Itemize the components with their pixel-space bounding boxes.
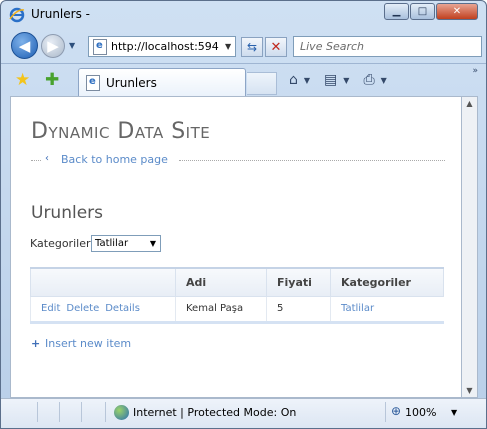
cell-adi: Kemal Paşa xyxy=(175,296,267,324)
print-dropdown-icon[interactable]: ▼ xyxy=(381,76,387,85)
search-input[interactable]: Live Search xyxy=(293,36,482,57)
grid-header-row: Adi Fiyati Kategoriler xyxy=(30,267,444,297)
tab-bar: ★ ✚ Urunlers ⌂ ▼ ▤ ▼ ⎙ ▼ » xyxy=(1,63,486,97)
refresh-button[interactable]: ⇆ xyxy=(241,37,263,57)
scroll-down-icon[interactable]: ▼ xyxy=(462,386,477,395)
page-viewport: Dynamic Data Site ‹ Back to home page Ur… xyxy=(10,96,461,398)
row-actions-cell: Edit Delete Details xyxy=(30,296,176,324)
divider xyxy=(31,160,41,161)
filter-selected-value: Tatlilar xyxy=(95,238,129,249)
page-icon xyxy=(93,38,107,55)
data-grid: Adi Fiyati Kategoriler Edit Delete Details… xyxy=(30,267,444,324)
more-tools-chevron-icon[interactable]: » xyxy=(472,66,478,76)
internet-explorer-icon xyxy=(9,7,25,23)
column-header-kategoriler[interactable]: Kategoriler xyxy=(330,267,444,297)
rss-icon[interactable]: ▤ xyxy=(324,72,337,88)
plus-icon: + xyxy=(31,337,41,350)
delete-link[interactable]: Delete xyxy=(66,303,99,314)
window-controls: ▁ □ ✕ xyxy=(384,3,478,20)
home-link-row: ‹ Back to home page xyxy=(31,153,445,167)
back-arrow-icon: ‹ xyxy=(45,153,49,164)
status-bar: Internet | Protected Mode: On ⊕ 100% ▼ xyxy=(1,398,486,428)
vertical-scrollbar[interactable]: ▲ ▼ xyxy=(461,96,478,398)
globe-icon xyxy=(114,405,129,420)
history-dropdown-icon[interactable]: ▼ xyxy=(69,41,75,50)
status-cell xyxy=(38,402,60,422)
status-cell xyxy=(4,402,38,422)
stop-button[interactable]: ✕ xyxy=(265,37,287,57)
browser-window: Urunlers - ▁ □ ✕ ◀ ▶ ▼ http://localhost:… xyxy=(0,0,487,429)
cell-fiyati: 5 xyxy=(266,296,331,324)
column-header-fiyati[interactable]: Fiyati xyxy=(266,267,331,297)
tab-label: Urunlers xyxy=(106,76,157,90)
close-button[interactable]: ✕ xyxy=(436,3,478,20)
zoom-dropdown-icon[interactable]: ▼ xyxy=(451,408,457,417)
chevron-down-icon: ▼ xyxy=(149,239,156,248)
kategoriler-link[interactable]: Tatlilar xyxy=(341,303,374,314)
window-title: Urunlers - xyxy=(31,7,90,21)
column-header-actions xyxy=(30,267,176,297)
home-dropdown-icon[interactable]: ▼ xyxy=(304,76,310,85)
address-dropdown-icon[interactable]: ▼ xyxy=(225,42,231,51)
address-bar[interactable]: http://localhost:594 ▼ xyxy=(88,36,236,57)
details-link[interactable]: Details xyxy=(105,303,140,314)
zoom-level[interactable]: 100% xyxy=(405,406,436,419)
add-favorites-icon[interactable]: ✚ xyxy=(45,70,59,90)
status-cell xyxy=(60,402,82,422)
table-row: Edit Delete Details Kemal Paşa 5 Tatlilar xyxy=(30,296,444,324)
home-icon[interactable]: ⌂ xyxy=(289,72,298,88)
address-text[interactable]: http://localhost:594 xyxy=(111,40,223,53)
cell-kategoriler: Tatlilar xyxy=(330,296,444,324)
status-cell xyxy=(82,402,106,422)
tab-page-icon xyxy=(86,75,100,91)
edit-link[interactable]: Edit xyxy=(41,303,60,314)
insert-new-item-link[interactable]: Insert new item xyxy=(45,337,131,350)
back-button[interactable]: ◀ xyxy=(11,32,38,59)
site-title: Dynamic Data Site xyxy=(31,119,211,144)
print-icon[interactable]: ⎙ xyxy=(363,72,374,88)
new-tab-button[interactable] xyxy=(247,72,277,95)
security-zone-text[interactable]: Internet | Protected Mode: On xyxy=(133,406,296,419)
command-bar: ⌂ ▼ ▤ ▼ ⎙ ▼ xyxy=(289,72,395,88)
column-header-adi[interactable]: Adi xyxy=(175,267,267,297)
back-to-home-link[interactable]: Back to home page xyxy=(61,153,168,166)
favorites-star-icon[interactable]: ★ xyxy=(15,70,30,90)
rss-dropdown-icon[interactable]: ▼ xyxy=(343,76,349,85)
divider xyxy=(179,160,445,161)
navigation-bar: ◀ ▶ ▼ http://localhost:594 ▼ ⇆ ✕ Live Se… xyxy=(1,29,486,63)
minimize-button[interactable]: ▁ xyxy=(384,3,409,20)
maximize-button[interactable]: □ xyxy=(410,3,435,20)
status-divider xyxy=(385,402,386,422)
title-bar: Urunlers - ▁ □ ✕ xyxy=(1,1,486,29)
zoom-icon[interactable]: ⊕ xyxy=(391,404,401,418)
forward-button[interactable]: ▶ xyxy=(41,34,65,58)
page-title: Urunlers xyxy=(31,203,104,223)
filter-label: Kategoriler xyxy=(30,237,91,250)
scroll-up-icon[interactable]: ▲ xyxy=(462,99,477,108)
tab-urunlers[interactable]: Urunlers xyxy=(78,68,246,97)
kategoriler-filter-select[interactable]: Tatlilar ▼ xyxy=(91,235,161,252)
